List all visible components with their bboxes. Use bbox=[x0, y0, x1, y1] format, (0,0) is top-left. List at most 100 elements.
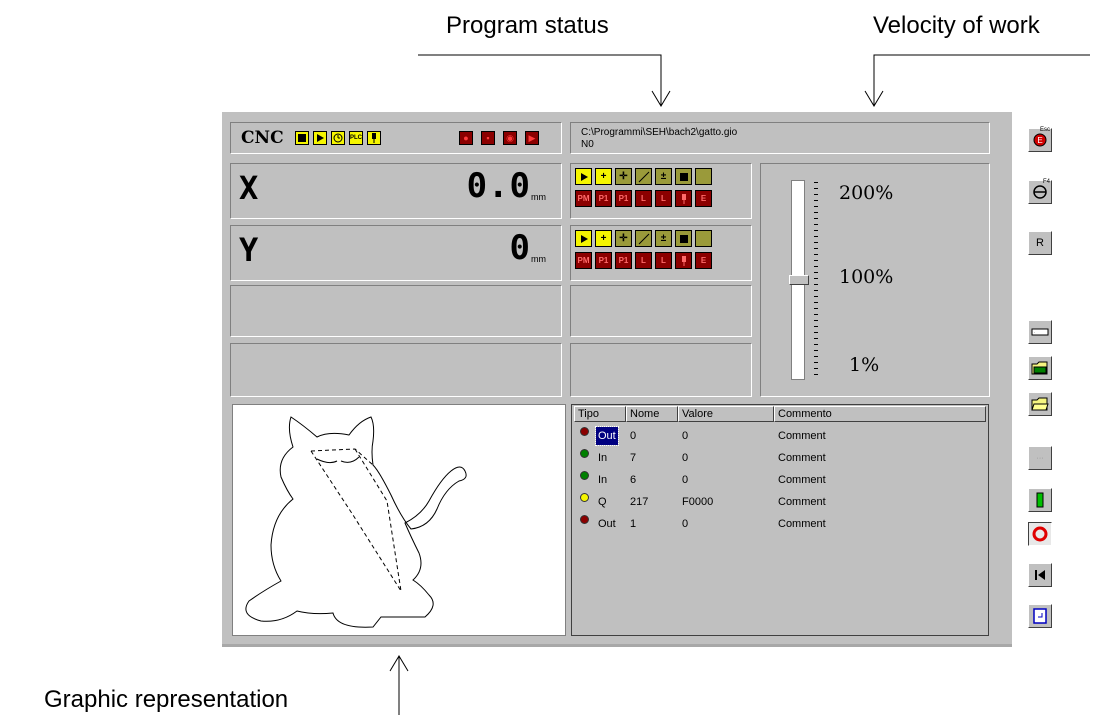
plus-icon[interactable]: + bbox=[595, 168, 612, 185]
speed-label-1: 1% bbox=[849, 354, 880, 376]
axis-y-unit: mm bbox=[531, 254, 546, 264]
axis-x-buttons: + ✛ ± PM P1 P1 L L E bbox=[570, 163, 752, 219]
speed-label-100: 100% bbox=[839, 266, 894, 288]
col-tipo[interactable]: Tipo bbox=[574, 406, 626, 422]
col-nome[interactable]: Nome bbox=[626, 406, 678, 422]
io-table-header: Tipo Nome Valore Commento bbox=[574, 406, 986, 422]
p1-forward-button[interactable]: P1 bbox=[595, 252, 612, 269]
blank-icon[interactable] bbox=[695, 230, 712, 247]
cell-valore: 0 bbox=[682, 452, 689, 464]
cell-commento: Comment bbox=[778, 430, 826, 442]
cell-nome: 7 bbox=[630, 452, 637, 464]
axis-y-buttons: + ✛ ± PM P1 P1 L L E bbox=[570, 225, 752, 281]
folder-icon[interactable] bbox=[1028, 392, 1052, 416]
pin-icon[interactable] bbox=[675, 252, 692, 269]
l-forward-button[interactable]: L bbox=[635, 252, 652, 269]
ramp-icon[interactable] bbox=[635, 168, 652, 185]
e-button[interactable]: E bbox=[695, 190, 712, 207]
stop-icon[interactable] bbox=[675, 230, 692, 247]
reset-axis-button[interactable]: F4 bbox=[1028, 179, 1052, 204]
table-row[interactable]: In 7 0 Comment bbox=[574, 449, 986, 467]
cell-tipo: In bbox=[598, 452, 608, 464]
run-icon[interactable]: ▶ bbox=[525, 131, 539, 145]
emergency-stop-button[interactable]: E Esc bbox=[1028, 127, 1052, 152]
table-row[interactable]: Q 217 F0000 Comment bbox=[574, 493, 986, 511]
pin-icon[interactable] bbox=[675, 190, 692, 207]
col-commento[interactable]: Commento bbox=[774, 406, 986, 422]
cell-nome: 0 bbox=[630, 430, 637, 442]
f4-label: F4 bbox=[1042, 179, 1050, 185]
graphic-view[interactable] bbox=[232, 404, 566, 636]
cross-icon[interactable]: ✛ bbox=[615, 230, 632, 247]
led-icon bbox=[580, 493, 589, 502]
speed-ticks bbox=[814, 182, 818, 378]
cell-nome: 1 bbox=[630, 518, 637, 530]
edit-line-button[interactable]: · bbox=[1028, 320, 1052, 344]
blank-icon[interactable] bbox=[695, 168, 712, 185]
disabled-tool-button[interactable]: ··· bbox=[1028, 446, 1052, 470]
led-icon bbox=[580, 449, 589, 458]
l-forward-button[interactable]: L bbox=[635, 190, 652, 207]
l-back-button[interactable]: L bbox=[655, 252, 672, 269]
axis-y-display: Y 0 mm bbox=[230, 225, 562, 281]
program-status: C:\Programmi\SEH\bach2\gatto.gio N0 bbox=[581, 127, 737, 151]
view-icon[interactable]: ▪ bbox=[481, 131, 495, 145]
axis-3-display bbox=[230, 285, 562, 337]
annotation-graphic: Graphic representation bbox=[44, 686, 289, 713]
plus-icon[interactable]: + bbox=[595, 230, 612, 247]
cnc-label: CNC bbox=[241, 128, 284, 148]
cell-commento: Comment bbox=[778, 518, 826, 530]
cell-valore: 0 bbox=[682, 518, 689, 530]
pin-icon[interactable] bbox=[367, 131, 381, 145]
green-bar-icon[interactable] bbox=[1028, 488, 1052, 512]
level-icon[interactable]: ± bbox=[655, 168, 672, 185]
axis-x-value: 0.0 bbox=[466, 166, 531, 206]
pm-button[interactable]: PM bbox=[575, 190, 592, 207]
annotation-velocity: Velocity of work bbox=[873, 12, 1040, 39]
cell-valore: 0 bbox=[682, 430, 689, 442]
axis-x-unit: mm bbox=[531, 192, 546, 202]
cross-icon[interactable]: ✛ bbox=[615, 168, 632, 185]
r-button[interactable]: R bbox=[1028, 231, 1052, 255]
cell-commento: Comment bbox=[778, 496, 826, 508]
table-row[interactable]: Out 1 0 Comment bbox=[574, 515, 986, 533]
plc-icon[interactable]: PLC bbox=[349, 131, 363, 145]
circle-icon[interactable]: ◉ bbox=[503, 131, 517, 145]
col-valore[interactable]: Valore bbox=[678, 406, 774, 422]
play-icon[interactable] bbox=[313, 131, 327, 145]
axis-4-buttons bbox=[570, 343, 752, 397]
stop-icon[interactable] bbox=[295, 131, 309, 145]
annotation-program-status: Program status bbox=[446, 12, 609, 39]
rewind-icon[interactable] bbox=[1028, 563, 1052, 587]
speed-slider-thumb[interactable] bbox=[789, 275, 809, 285]
stop-icon[interactable] bbox=[675, 168, 692, 185]
table-row[interactable]: Out 0 0 Comment bbox=[574, 426, 986, 446]
axis-x-name: X bbox=[239, 169, 259, 207]
l-back-button[interactable]: L bbox=[655, 190, 672, 207]
red-circle-icon[interactable] bbox=[1028, 522, 1052, 546]
edit-icon[interactable]: ● bbox=[459, 131, 473, 145]
table-row[interactable]: In 6 0 Comment bbox=[574, 471, 986, 489]
r-label: R bbox=[1036, 237, 1044, 249]
cnc-status-bar: CNC PLC ● ▪ ◉ ▶ bbox=[230, 122, 562, 154]
cell-tipo: Out bbox=[598, 518, 616, 530]
cell-tipo: Out bbox=[595, 426, 619, 446]
clock-icon[interactable] bbox=[331, 131, 345, 145]
open-program-icon[interactable] bbox=[1028, 356, 1052, 380]
cell-commento: Comment bbox=[778, 452, 826, 464]
ramp-icon[interactable] bbox=[635, 230, 652, 247]
play-icon[interactable] bbox=[575, 230, 592, 247]
e-button[interactable]: E bbox=[695, 252, 712, 269]
level-icon[interactable]: ± bbox=[655, 230, 672, 247]
p1-back-button[interactable]: P1 bbox=[615, 190, 632, 207]
axis-x-display: X 0.0 mm bbox=[230, 163, 562, 219]
window-bottom-edge bbox=[222, 644, 1012, 647]
cell-valore: F0000 bbox=[682, 496, 714, 508]
p1-forward-button[interactable]: P1 bbox=[595, 190, 612, 207]
pm-button[interactable]: PM bbox=[575, 252, 592, 269]
esc-label: Esc bbox=[1039, 127, 1050, 133]
document-icon[interactable] bbox=[1028, 604, 1052, 628]
p1-back-button[interactable]: P1 bbox=[615, 252, 632, 269]
play-icon[interactable] bbox=[575, 168, 592, 185]
cell-nome: 6 bbox=[630, 474, 637, 486]
